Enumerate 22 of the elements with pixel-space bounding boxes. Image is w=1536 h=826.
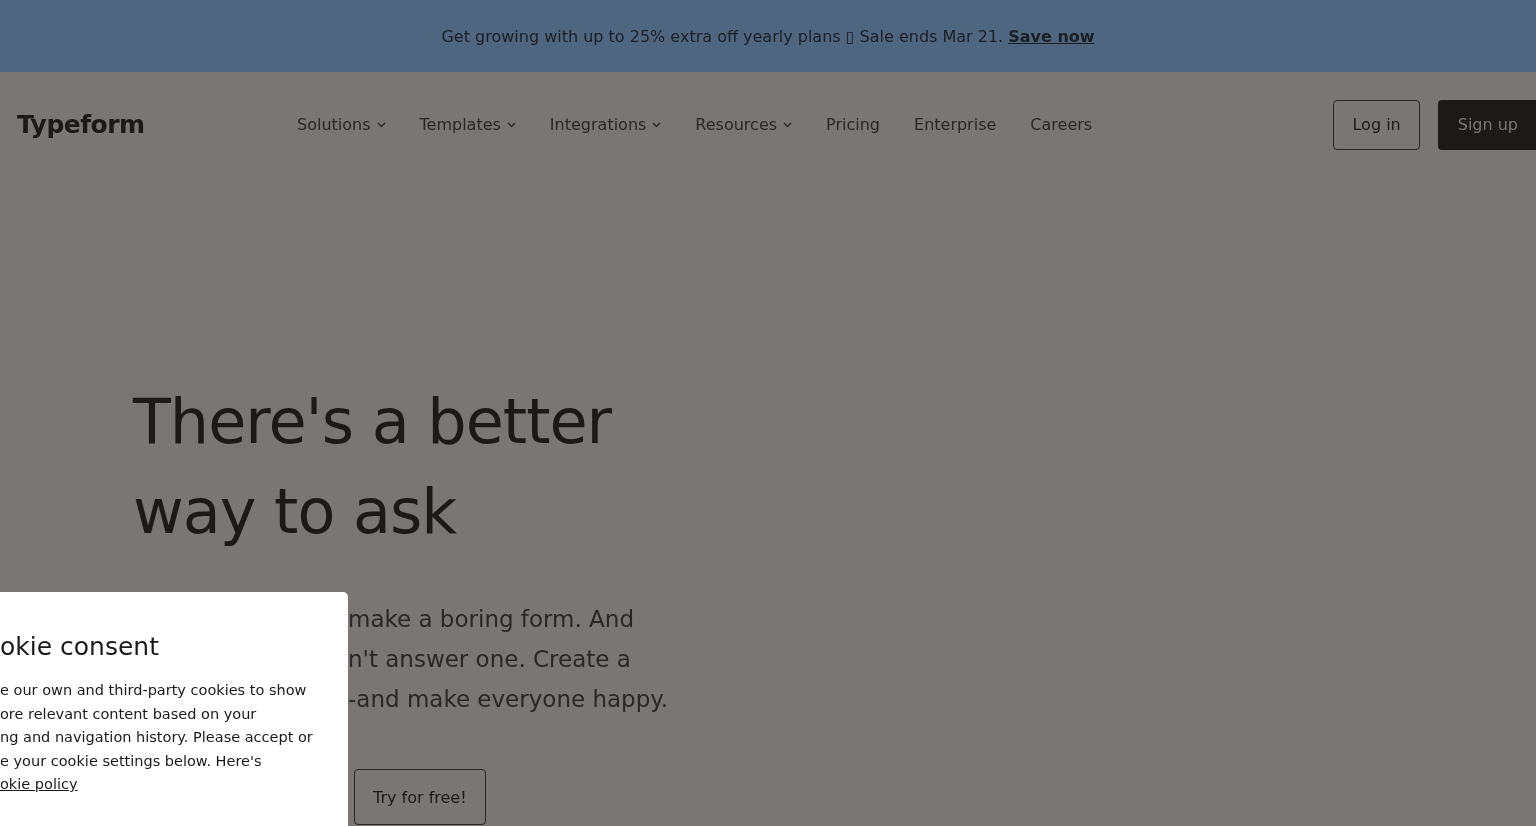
nav-link[interactable]: Integrations [549, 115, 662, 134]
chevron-down-icon [652, 121, 662, 128]
cookie-description: e our own and third-party cookies to show ore relevant content based on your ng and navigation history. Please accept or e your cookie settings below. Here's okie policy [0, 681, 314, 795]
signup-button[interactable]: Sign up [1437, 99, 1536, 150]
save-now-link[interactable]: Save now [1008, 26, 1095, 46]
login-button[interactable]: Log in [1333, 99, 1420, 150]
chevron-down-icon [783, 121, 793, 128]
nav-link[interactable]: Templates [419, 115, 516, 134]
promo-text: Get growing with up to 25% extra off yearly plans ▯ Sale ends Mar 21. [441, 26, 1004, 46]
try-free-button[interactable]: Try for free! [354, 769, 486, 825]
nav-link[interactable]: Enterprise [914, 115, 997, 134]
cookie-title: okie consent [0, 632, 160, 661]
chevron-down-icon [506, 121, 516, 128]
cookie-policy-link[interactable]: okie policy [0, 776, 78, 793]
logo[interactable]: Typeform [17, 110, 297, 139]
nav-link[interactable]: Pricing [826, 115, 880, 134]
hero-headline: There's a better way to ask [133, 384, 613, 550]
nav-link[interactable]: Careers [1030, 115, 1093, 134]
nav-link[interactable]: Solutions [297, 115, 386, 134]
chevron-down-icon [376, 121, 386, 128]
hero-description: make a boring form. And n't answer one. Create a -and make everyone happy. [348, 605, 669, 714]
nav-link[interactable]: Resources [695, 115, 793, 134]
